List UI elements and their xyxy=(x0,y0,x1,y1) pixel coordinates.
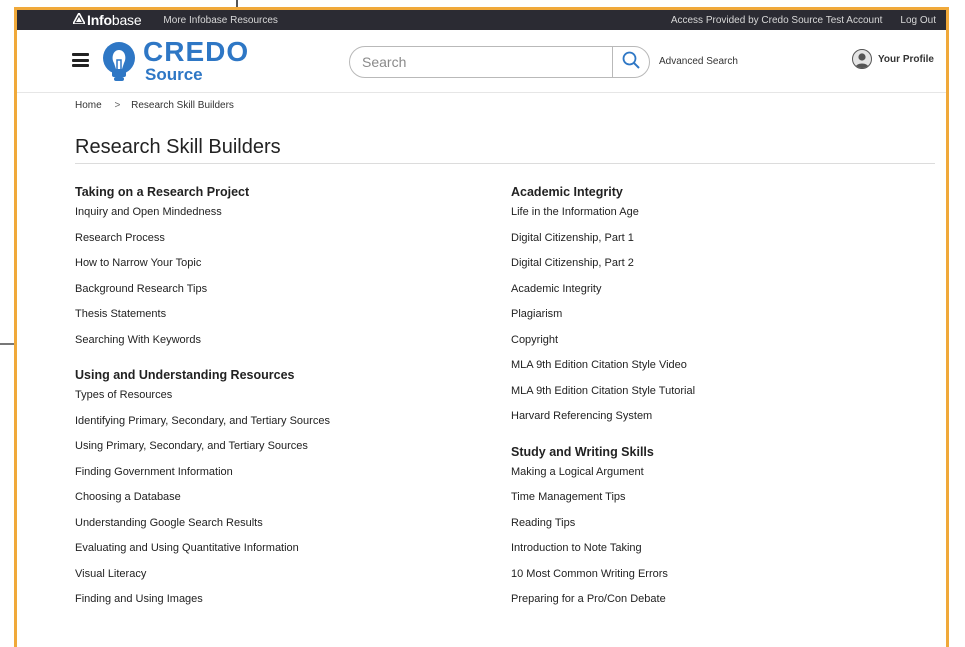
lightbulb-icon xyxy=(101,41,137,81)
credo-logo[interactable]: CREDO Source xyxy=(101,38,249,83)
page-title: Research Skill Builders xyxy=(75,136,281,158)
link-item[interactable]: Types of Resources xyxy=(75,389,495,415)
link-item[interactable]: Identifying Primary, Secondary, and Tert… xyxy=(75,415,495,441)
infobase-logo[interactable]: Info base xyxy=(71,11,142,28)
section-academic-integrity: Academic Integrity Life in the Informati… xyxy=(511,184,931,436)
brand-credo: CREDO xyxy=(143,36,250,67)
link-item[interactable]: Copyright xyxy=(511,334,931,360)
section-taking-on-research-project: Taking on a Research Project Inquiry and… xyxy=(75,184,495,359)
advanced-search-link[interactable]: Advanced Search xyxy=(659,56,738,67)
user-avatar-icon xyxy=(852,49,872,69)
link-item[interactable]: Reading Tips xyxy=(511,517,931,543)
more-resources-link[interactable]: More Infobase Resources xyxy=(163,15,278,26)
link-item[interactable]: Choosing a Database xyxy=(75,491,495,517)
breadcrumb-separator: > xyxy=(114,100,121,111)
link-item[interactable]: Academic Integrity xyxy=(511,283,931,309)
breadcrumb: Home > Research Skill Builders xyxy=(75,100,234,111)
link-item[interactable]: Preparing for a Pro/Con Debate xyxy=(511,593,931,619)
section-heading: Study and Writing Skills xyxy=(511,444,654,459)
link-item[interactable]: Thesis Statements xyxy=(75,308,495,334)
search-button[interactable] xyxy=(612,47,649,77)
link-item[interactable]: Digital Citizenship, Part 2 xyxy=(511,257,931,283)
link-item[interactable]: Searching With Keywords xyxy=(75,334,495,360)
logout-link[interactable]: Log Out xyxy=(900,15,936,26)
profile-button[interactable]: Your Profile xyxy=(852,49,934,69)
link-item[interactable]: Introduction to Note Taking xyxy=(511,542,931,568)
link-item[interactable]: Visual Literacy xyxy=(75,568,495,594)
link-item[interactable]: Harvard Referencing System xyxy=(511,410,931,436)
infobase-logo-bold: Info xyxy=(87,12,112,28)
link-item[interactable]: Background Research Tips xyxy=(75,283,495,309)
link-item[interactable]: Research Process xyxy=(75,232,495,258)
link-item[interactable]: Inquiry and Open Mindedness xyxy=(75,206,495,232)
link-item[interactable]: Finding and Using Images xyxy=(75,593,495,619)
site-header: CREDO Source Advanced Search Your Profil… xyxy=(17,30,946,93)
link-item[interactable]: Digital Citizenship, Part 1 xyxy=(511,232,931,258)
profile-label: Your Profile xyxy=(878,53,934,65)
search-input[interactable] xyxy=(350,47,612,77)
link-item[interactable]: Making a Logical Argument xyxy=(511,466,931,492)
link-item[interactable]: Finding Government Information xyxy=(75,466,495,492)
brand-source: Source xyxy=(145,65,203,84)
link-item[interactable]: MLA 9th Edition Citation Style Video xyxy=(511,359,931,385)
access-provided-text: Access Provided by Credo Source Test Acc… xyxy=(670,14,883,26)
link-item[interactable]: MLA 9th Edition Citation Style Tutorial xyxy=(511,385,931,411)
search-box xyxy=(349,46,650,78)
top-utility-bar: Info base More Infobase Resources Access … xyxy=(17,10,946,30)
link-item[interactable]: Plagiarism xyxy=(511,308,931,334)
section-using-understanding-resources: Using and Understanding Resources Types … xyxy=(75,367,495,619)
infobase-logo-light: base xyxy=(111,12,142,28)
section-heading: Academic Integrity xyxy=(511,185,623,199)
right-column: Academic Integrity Life in the Informati… xyxy=(511,184,931,627)
section-heading: Using and Understanding Resources xyxy=(75,368,295,382)
link-item[interactable]: How to Narrow Your Topic xyxy=(75,257,495,283)
section-study-writing-skills: Study and Writing Skills Making a Logica… xyxy=(511,444,931,619)
infobase-triangle-icon xyxy=(71,11,87,27)
link-item[interactable]: Understanding Google Search Results xyxy=(75,517,495,543)
breadcrumb-home[interactable]: Home xyxy=(75,100,102,111)
browser-frame: Info base More Infobase Resources Access … xyxy=(14,7,949,647)
link-item[interactable]: Time Management Tips xyxy=(511,491,931,517)
search-icon xyxy=(622,51,640,74)
background-line-horizontal xyxy=(0,343,14,345)
link-item[interactable]: Life in the Information Age xyxy=(511,206,931,232)
link-item[interactable]: Using Primary, Secondary, and Tertiary S… xyxy=(75,440,495,466)
link-item[interactable]: 10 Most Common Writing Errors xyxy=(511,568,931,594)
link-item[interactable]: Evaluating and Using Quantitative Inform… xyxy=(75,542,495,568)
breadcrumb-current: Research Skill Builders xyxy=(131,100,234,111)
hamburger-icon[interactable] xyxy=(72,53,89,67)
section-heading: Taking on a Research Project xyxy=(75,185,250,199)
title-divider xyxy=(75,163,935,164)
left-column: Taking on a Research Project Inquiry and… xyxy=(75,184,495,627)
